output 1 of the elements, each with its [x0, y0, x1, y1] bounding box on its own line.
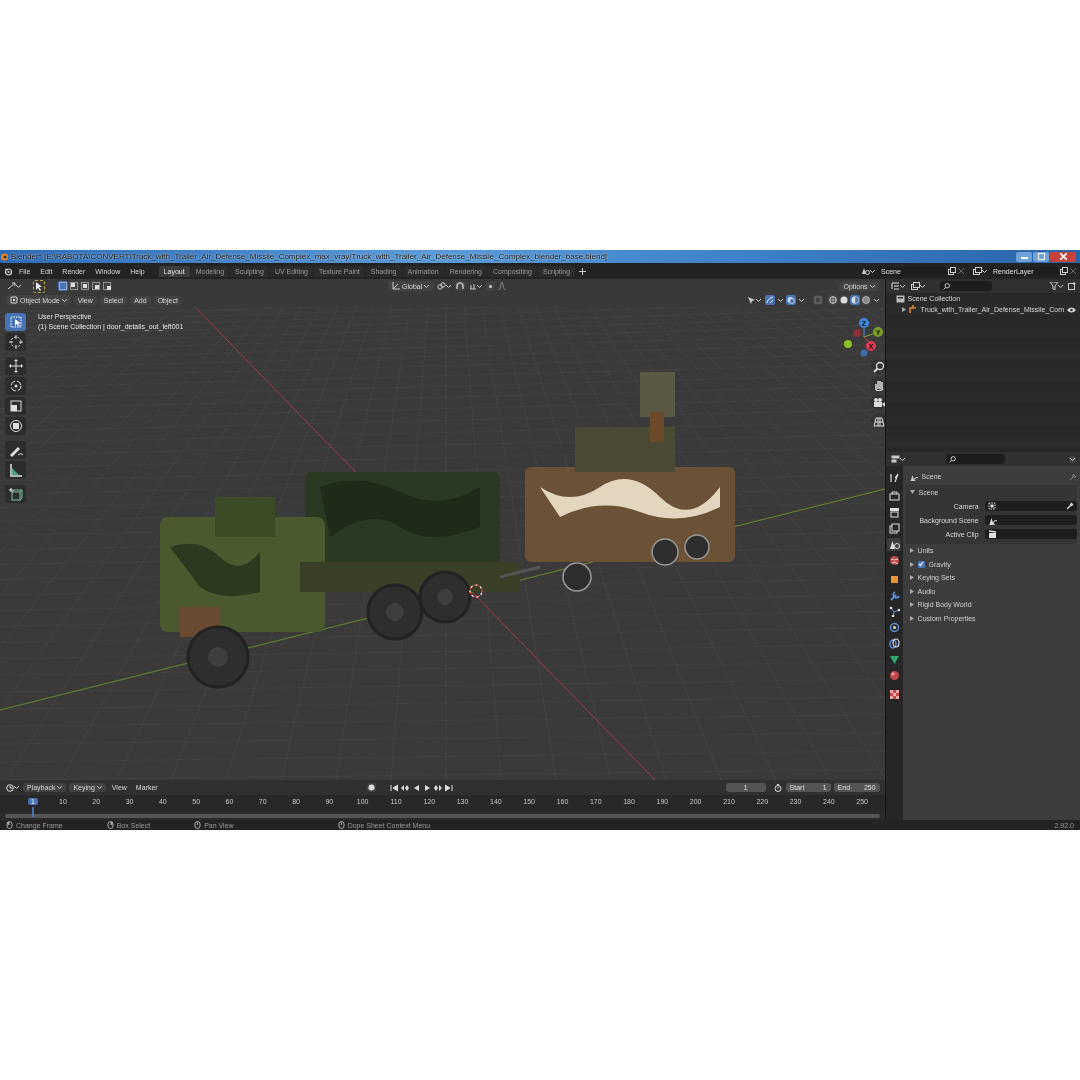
window-title: Blender* [E:\RABOTA\CONVERT\Truck_with_Trailer_Air_Defense_Missile_Complex_max_vray/Truck_with_Trailer_Air_Defense_Missile_Complex_blender_base.blend]	[10, 252, 609, 261]
